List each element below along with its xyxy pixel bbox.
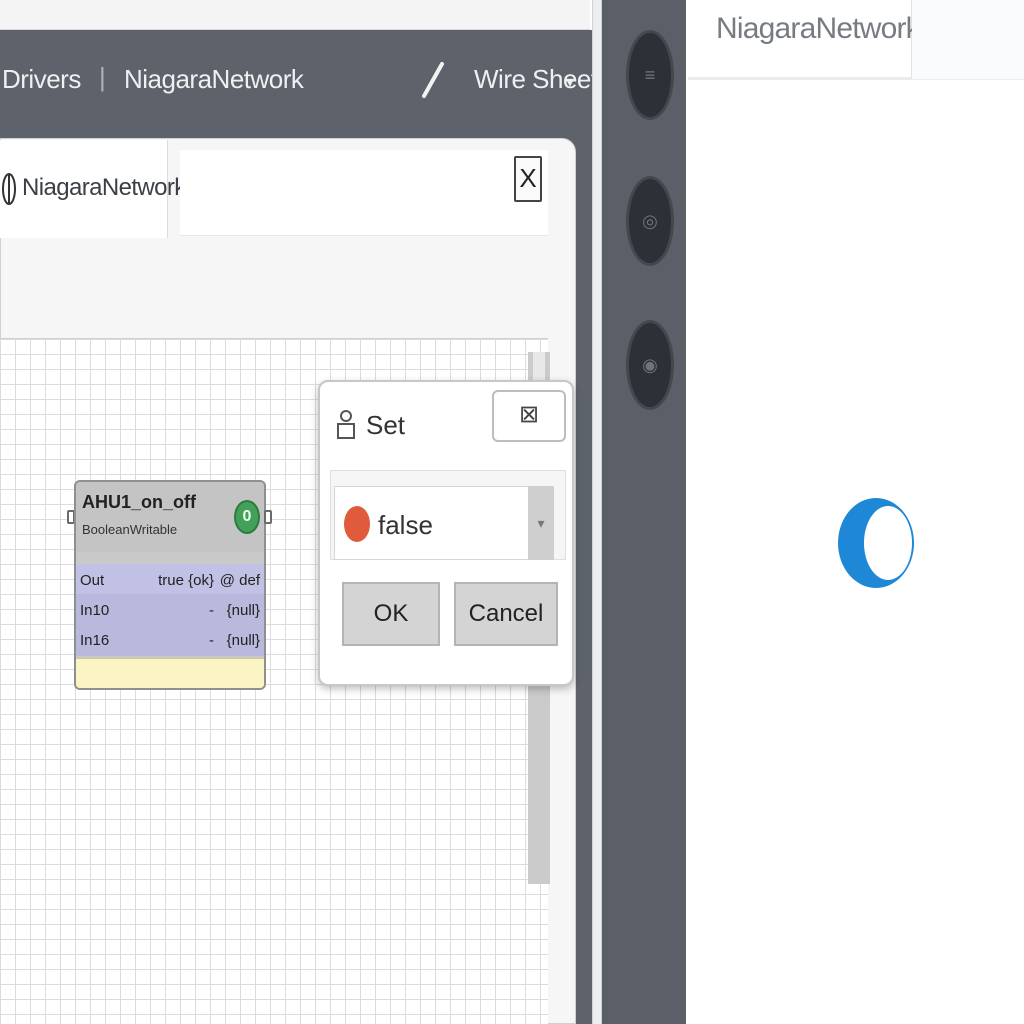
node-type: BooleanWritable [82,522,178,537]
panel-header-field [180,150,548,236]
breadcrumb-niagara-network[interactable]: NiagaraNetwork [124,64,304,95]
chevron-down-icon[interactable]: ▾ [566,72,574,92]
right-tab-bar [912,0,1024,80]
slot-value: {null} [226,602,260,619]
set-dialog: Set ⊠ false ▾ OK Cancel [318,380,574,686]
menu-icon[interactable]: ≡ [626,30,674,120]
slot-row[interactable]: Out true {ok} @ def [76,564,264,596]
settings-icon[interactable]: ◉ [626,320,674,410]
output-port[interactable] [264,510,272,524]
network-icon [2,173,16,205]
loading-spinner-icon [838,498,914,588]
ok-button[interactable]: OK [342,582,440,646]
scrollbar-thumb[interactable] [533,352,545,382]
view-selector[interactable]: Wire Sheet [474,64,598,95]
slot-row[interactable]: In16 - {null} [76,624,264,656]
node-footer [76,658,264,688]
component-node[interactable]: AHU1_on_off BooleanWritable 0 Out true {… [74,480,266,690]
close-icon[interactable]: X [514,156,542,202]
slot-value: {null} [226,632,260,649]
status-badge: 0 [234,500,260,534]
slot-name: In16 [80,632,110,649]
tab-label: NiagaraNetwork [22,174,186,201]
breadcrumb-drivers[interactable]: Drivers [2,64,81,95]
slot-status: - [209,632,214,649]
node-header: AHU1_on_off BooleanWritable 0 [76,482,264,552]
side-rail [602,0,686,1024]
slot-row[interactable]: In10 - {null} [76,594,264,626]
search-icon[interactable]: ◎ [626,176,674,266]
slot-status: - [209,602,214,619]
pane-divider[interactable] [592,0,602,1024]
action-icon [337,410,355,439]
slot-status: true {ok} [158,572,214,589]
slot-name: Out [80,572,105,589]
slot-value: @ def [219,572,260,589]
tab-label: NiagaraNetwork [716,12,921,45]
boolean-false-icon [344,506,370,542]
top-strip [0,0,590,30]
node-title: AHU1_on_off [82,492,197,512]
chevron-down-icon[interactable]: ▾ [528,486,554,560]
dialog-title: Set [366,410,406,440]
breadcrumb-separator: | [99,62,106,92]
cancel-button[interactable]: Cancel [454,582,558,646]
selected-value: false [378,510,433,540]
pen-icon[interactable] [418,60,448,100]
close-icon[interactable]: ⊠ [492,390,566,442]
slot-name: In10 [80,602,110,619]
